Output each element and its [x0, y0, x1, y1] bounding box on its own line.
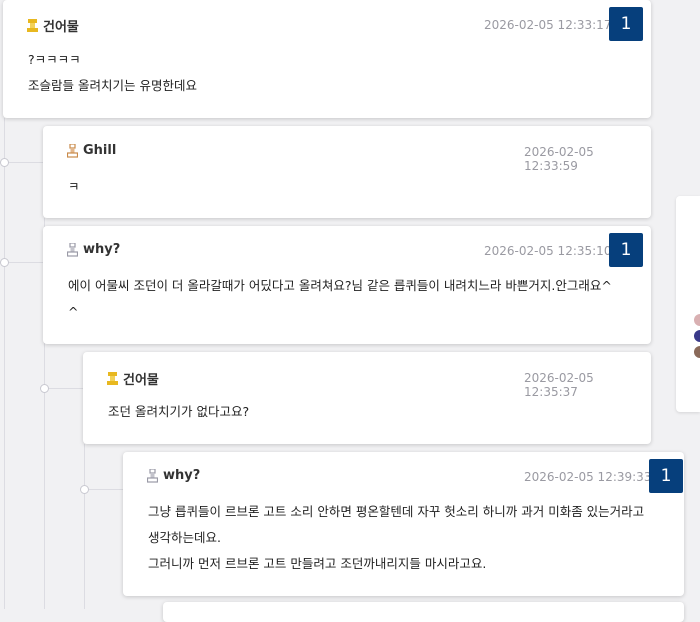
comment-timestamp: 2026-02-05 12:33:17	[484, 18, 612, 32]
reply-count-badge[interactable]: 1	[609, 233, 643, 267]
avatar[interactable]	[694, 330, 700, 342]
side-panel	[676, 196, 700, 412]
bronze-medal-icon	[67, 143, 78, 158]
comment-card: 건어물 2026-02-05 12:33:17 1 ?ㅋㅋㅋㅋ 조슬람들 올려치…	[3, 0, 651, 118]
thread-branch	[4, 162, 43, 163]
comment-timestamp: 2026-02-05 12:33:59	[524, 145, 594, 173]
thread-branch	[44, 388, 83, 389]
comment-author[interactable]: why?	[67, 242, 120, 257]
comment-card-partial	[163, 602, 684, 622]
comment-body: ?ㅋㅋㅋㅋ 조슬람들 올려치기는 유명한데요	[28, 52, 197, 93]
comment-timestamp: 2026-02-05 12:35:37	[524, 371, 594, 399]
gold-medal-icon	[27, 18, 38, 32]
comment-body: 조던 올려치기가 없다고요?	[108, 404, 250, 419]
silver-medal-icon	[67, 242, 78, 257]
silver-medal-icon	[147, 468, 158, 483]
reply-count-badge[interactable]: 1	[649, 459, 683, 493]
comment-card: why? 2026-02-05 12:39:33 1 그냥 릅퀴들이 르브론 고…	[123, 452, 684, 596]
comment-body: 에이 어물씨 조던이 더 올라갈때가 어딨다고 올려쳐요?님 같은 릅퀴들이 내…	[68, 278, 612, 319]
comment-author[interactable]: 건어물	[107, 369, 159, 388]
reply-count-badge[interactable]: 1	[609, 7, 643, 41]
thread-branch	[4, 262, 43, 263]
thread-node	[80, 485, 89, 494]
comment-author[interactable]: 건어물	[27, 16, 79, 35]
thread-node	[0, 158, 9, 167]
thread-line	[4, 118, 5, 609]
comment-body: 그냥 릅퀴들이 르브론 고트 소리 안하면 평온할텐데 자꾸 헛소리 하니까 과…	[148, 504, 645, 571]
avatar[interactable]	[694, 314, 700, 326]
comment-body: ㅋ	[68, 179, 80, 194]
thread-line	[84, 444, 85, 609]
thread-node	[40, 384, 49, 393]
gold-medal-icon	[107, 371, 118, 385]
comment-thread: 건어물 2026-02-05 12:33:17 1 ?ㅋㅋㅋㅋ 조슬람들 올려치…	[0, 0, 700, 622]
comment-author[interactable]: why?	[147, 468, 200, 483]
comment-timestamp: 2026-02-05 12:35:10	[484, 244, 612, 258]
avatar[interactable]	[694, 346, 700, 358]
thread-branch	[84, 489, 123, 490]
comment-timestamp: 2026-02-05 12:39:33	[524, 470, 652, 484]
thread-node	[0, 258, 9, 267]
comment-author[interactable]: Ghill	[67, 143, 116, 158]
comment-card: why? 2026-02-05 12:35:10 1 에이 어물씨 조던이 더 …	[43, 226, 651, 344]
comment-card: Ghill 2026-02-05 12:33:59 ㅋ	[43, 126, 651, 218]
comment-card: 건어물 2026-02-05 12:35:37 조던 올려치기가 없다고요?	[83, 352, 651, 444]
